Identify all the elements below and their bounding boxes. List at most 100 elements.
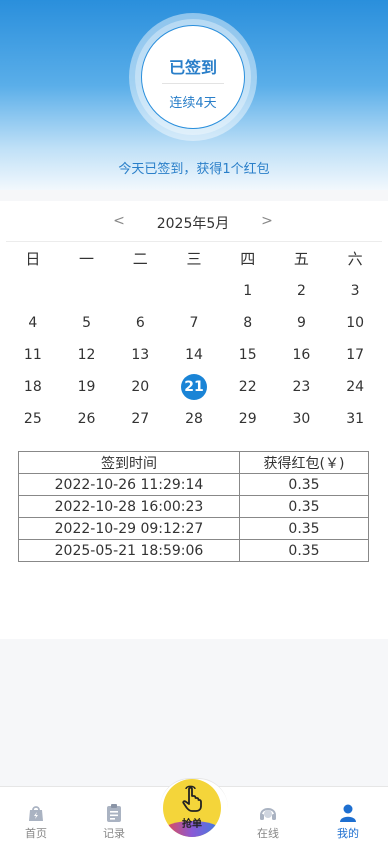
calendar-day[interactable]: 18 [6,371,60,403]
tab-records[interactable]: 记录 [84,787,144,843]
calendar-day[interactable]: 29 [221,403,275,435]
calendar-day[interactable]: 23 [275,371,329,403]
calendar-divider [6,241,382,242]
calendar-day-number: 20 [131,379,150,395]
calendar-day-number: 13 [131,347,150,363]
calendar-day-number: 18 [23,379,42,395]
headset-icon [260,808,276,820]
tab-grab-order[interactable]: 抢单 [163,779,221,837]
calendar-day-number: 24 [346,379,365,395]
signin-records-table: 签到时间 获得红包(￥) 2022-10-26 11:29:14 0.35 20… [18,451,369,562]
calendar-day[interactable]: 19 [60,371,114,403]
calendar-day-number: 15 [238,347,257,363]
weekday-tue: 二 [132,250,148,268]
calendar-day[interactable]: 31 [328,403,382,435]
column-header-time: 签到时间 [18,451,240,474]
tab-records-label: 记录 [103,827,125,840]
user-icon [340,804,356,822]
tab-home[interactable]: 首页 [6,787,66,843]
signin-status: 已签到 [168,58,217,77]
calendar-day-number: 14 [185,347,203,363]
signin-message: 今天已签到，获得1个红包 [118,162,270,177]
calendar-day[interactable]: 22 [221,371,275,403]
table-header-row: 签到时间 获得红包(￥) [18,451,369,474]
calendar-day-number: 9 [296,315,306,331]
calendar-blank-cell [167,275,221,307]
calendar-day[interactable]: 13 [113,339,167,371]
calendar-day-number: 2 [296,283,306,299]
signin-streak: 连续4天 [169,96,217,111]
calendar-day[interactable]: 10 [328,307,382,339]
calendar-day-number: 29 [238,411,257,427]
badge-divider [162,83,224,84]
calendar-day-number: 11 [23,347,42,363]
table-row: 2022-10-26 11:29:14 0.35 [18,473,369,496]
weekday-fri: 五 [293,250,309,268]
calendar-day[interactable]: 12 [60,339,114,371]
clipboard-icon [107,804,121,822]
calendar-day[interactable]: 30 [275,403,329,435]
weekday-mon: 一 [79,250,95,268]
calendar-day[interactable]: 20 [113,371,167,403]
weekday-sat: 六 [347,250,363,268]
calendar-day[interactable]: 1 [221,275,275,307]
calendar-day-today[interactable]: 21 [167,371,221,403]
tab-online-label: 在线 [257,827,279,840]
signin-badge: 已签到 连续4天 [141,25,245,129]
tab-home-label: 首页 [25,827,47,840]
calendar-day-number: 3 [350,283,360,299]
calendar-day[interactable]: 16 [275,339,329,371]
calendar-day-number: 6 [135,315,145,331]
tab-mine-label: 我的 [337,827,359,840]
calendar-day[interactable]: 15 [221,339,275,371]
calendar-day-number: 31 [346,411,365,427]
tab-online[interactable]: 在线 [238,787,298,843]
calendar-day-number: 16 [292,347,311,363]
signin-time-cell: 2025-05-21 18:59:06 [18,539,240,562]
calendar-day[interactable]: 8 [221,307,275,339]
calendar-day[interactable]: 9 [275,307,329,339]
calendar-day-number: 23 [292,379,311,395]
weekday-thu: 四 [240,250,256,268]
calendar-day[interactable]: 3 [328,275,382,307]
calendar-day-number: 17 [346,347,365,363]
calendar-day-number: 5 [82,315,92,331]
tab-grab-label: 抢单 [182,819,202,830]
calendar-day-number: 25 [23,411,42,427]
calendar-blank-cell [60,275,114,307]
calendar-day[interactable]: 27 [113,403,167,435]
calendar-day[interactable]: 17 [328,339,382,371]
calendar-day-number: 30 [292,411,311,427]
calendar-day-number: 21 [180,374,207,400]
calendar-day[interactable]: 28 [167,403,221,435]
calendar-day-number: 1 [243,283,253,299]
calendar-day[interactable]: 14 [167,339,221,371]
calendar-day-number: 4 [28,315,38,331]
calendar-day[interactable]: 5 [60,307,114,339]
calendar-day[interactable]: 2 [275,275,329,307]
table-row: 2025-05-21 18:59:06 0.35 [18,539,369,562]
calendar-day-number: 12 [77,347,96,363]
calendar-blank-cell [6,275,60,307]
weekday-sun: 日 [25,250,41,268]
calendar-day[interactable]: 4 [6,307,60,339]
calendar-day[interactable]: 24 [328,371,382,403]
prev-month-button[interactable]: < [112,213,126,229]
calendar-day-number: 7 [189,315,199,331]
calendar-day[interactable]: 6 [113,307,167,339]
signin-time-cell: 2022-10-26 11:29:14 [18,473,240,496]
month-navigation: < 2025年5月 > [0,211,388,233]
reward-cell: 0.35 [239,473,369,496]
tab-mine[interactable]: 我的 [318,787,378,843]
signin-header: 已签到 连续4天 今天已签到，获得1个红包 [0,0,388,190]
next-month-button[interactable]: > [260,213,274,229]
table-row: 2022-10-28 16:00:23 0.35 [18,495,369,518]
reward-cell: 0.35 [239,495,369,518]
table-row: 2022-10-29 09:12:27 0.35 [18,517,369,540]
reward-cell: 0.35 [239,517,369,540]
calendar-day-number: 10 [346,315,365,331]
calendar-day[interactable]: 11 [6,339,60,371]
calendar-day[interactable]: 7 [167,307,221,339]
calendar-day[interactable]: 26 [60,403,114,435]
calendar-day[interactable]: 25 [6,403,60,435]
